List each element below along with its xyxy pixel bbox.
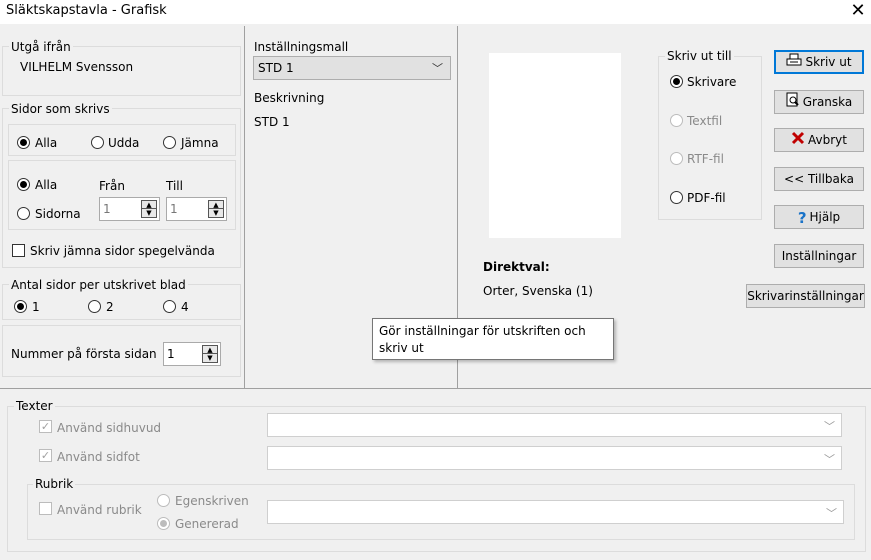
preview-button[interactable]: Granska <box>774 90 864 114</box>
chevron-down-icon: ﹀ <box>826 507 837 520</box>
help-question-icon: ? <box>797 208 807 227</box>
radio-custom-heading-label: Egenskriven <box>175 494 249 508</box>
first-page-label: Nummer på första sidan <box>11 347 157 361</box>
chevron-down-icon: ﹀ <box>824 453 835 466</box>
radio-range-all[interactable] <box>17 178 30 191</box>
heading-group-label: Rubrik <box>33 477 76 491</box>
footer-combo[interactable]: ﹀ <box>267 446 842 470</box>
heading-checkbox[interactable] <box>39 502 52 515</box>
radio-odd-pages-label: Udda <box>108 136 140 150</box>
from-stepper[interactable]: 1 ▲ ▼ <box>99 197 160 221</box>
radio-per-sheet-2[interactable] <box>88 300 101 313</box>
heading-label: Använd rubrik <box>57 503 142 517</box>
print-preview <box>489 53 621 238</box>
radio-per-sheet-1-label: 1 <box>32 300 40 314</box>
start-from-label: Utgå ifrån <box>9 40 73 54</box>
radio-per-sheet-4[interactable] <box>163 300 176 313</box>
tooltip: Gör inställningar för utskriften och skr… <box>372 318 614 360</box>
template-select[interactable]: STD 1 ﹀ <box>253 56 451 80</box>
footer-checkbox[interactable]: ✓ <box>39 449 52 462</box>
radio-output-rtf-label: RTF-fil <box>687 152 724 166</box>
radio-per-sheet-1[interactable] <box>14 300 27 313</box>
radio-per-sheet-2-label: 2 <box>106 300 114 314</box>
radio-all-pages-label: Alla <box>35 136 58 150</box>
radio-range-pages-label: Sidorna <box>35 207 81 221</box>
chevron-down-icon: ﹀ <box>824 420 835 433</box>
radio-range-pages[interactable] <box>17 207 30 220</box>
radio-output-text[interactable] <box>670 114 683 127</box>
chevron-down-icon: ﹀ <box>432 62 443 75</box>
header-label: Använd sidhuvud <box>57 421 162 435</box>
header-combo[interactable]: ﹀ <box>267 413 842 437</box>
radio-output-pdf[interactable] <box>670 191 683 204</box>
output-label: Skriv ut till <box>665 49 734 63</box>
footer-label: Använd sidfot <box>57 450 140 464</box>
window-title: Släktskapstavla - Grafisk <box>6 3 167 18</box>
template-label: Inställningsmall <box>254 40 349 54</box>
printer-icon <box>786 52 802 74</box>
to-label: Till <box>166 179 183 193</box>
mirror-checkbox[interactable] <box>12 244 25 257</box>
tooltip-line-1: Gör inställningar för utskriften och <box>379 324 586 338</box>
radio-custom-heading[interactable] <box>157 494 170 507</box>
start-from-value: VILHELM Svensson <box>20 60 134 74</box>
radio-generated-heading[interactable] <box>157 517 170 530</box>
first-page-stepper-arrows[interactable]: ▲ ▼ <box>202 345 218 363</box>
cancel-button[interactable]: Avbryt <box>774 128 864 152</box>
radio-range-all-label: Alla <box>35 178 58 192</box>
back-button[interactable]: << Tillbaka <box>774 167 864 191</box>
divider-bottom <box>0 388 871 389</box>
texts-label: Texter <box>14 399 55 413</box>
to-stepper[interactable]: 1 ▲ ▼ <box>166 197 227 221</box>
description-label: Beskrivning <box>254 91 325 105</box>
pages-per-sheet-label: Antal sidor per utskrivet blad <box>9 278 188 292</box>
radio-output-rtf[interactable] <box>670 152 683 165</box>
from-stepper-arrows[interactable]: ▲ ▼ <box>141 200 157 218</box>
radio-even-pages-label: Jämna <box>181 136 219 150</box>
tooltip-line-2: skriv ut <box>379 341 424 355</box>
help-button[interactable]: ? Hjälp <box>774 205 864 229</box>
from-label: Från <box>99 179 125 193</box>
radio-even-pages[interactable] <box>163 136 176 149</box>
cancel-x-icon <box>791 130 805 152</box>
close-icon[interactable]: ✕ <box>846 0 870 24</box>
radio-per-sheet-4-label: 4 <box>181 300 189 314</box>
direct-label: Direktval: <box>483 260 550 274</box>
settings-button[interactable]: Inställningar <box>774 244 864 268</box>
pages-printed-label: Sidor som skrivs <box>9 102 112 116</box>
title-bar: Släktskapstavla - Grafisk ✕ <box>0 0 871 24</box>
radio-output-text-label: Textfil <box>687 114 723 128</box>
radio-all-pages[interactable] <box>17 136 30 149</box>
radio-output-printer[interactable] <box>670 75 683 88</box>
header-checkbox[interactable]: ✓ <box>39 420 52 433</box>
heading-combo[interactable]: ﹀ <box>267 500 844 524</box>
radio-generated-heading-label: Genererad <box>175 517 239 531</box>
radio-odd-pages[interactable] <box>91 136 104 149</box>
preview-icon <box>786 92 800 114</box>
to-stepper-arrows[interactable]: ▲ ▼ <box>208 200 224 218</box>
description-value: STD 1 <box>254 115 290 129</box>
print-button[interactable]: Skriv ut <box>774 50 864 74</box>
divider-left <box>244 26 245 388</box>
mirror-label: Skriv jämna sidor spegelvända <box>30 244 215 258</box>
direct-value: Orter, Svenska (1) <box>483 284 593 298</box>
printer-settings-button[interactable]: Skrivarinställningar <box>746 284 865 308</box>
radio-output-pdf-label: PDF-fil <box>687 191 726 205</box>
first-page-stepper[interactable]: 1 ▲ ▼ <box>163 342 221 366</box>
radio-output-printer-label: Skrivare <box>687 75 737 89</box>
